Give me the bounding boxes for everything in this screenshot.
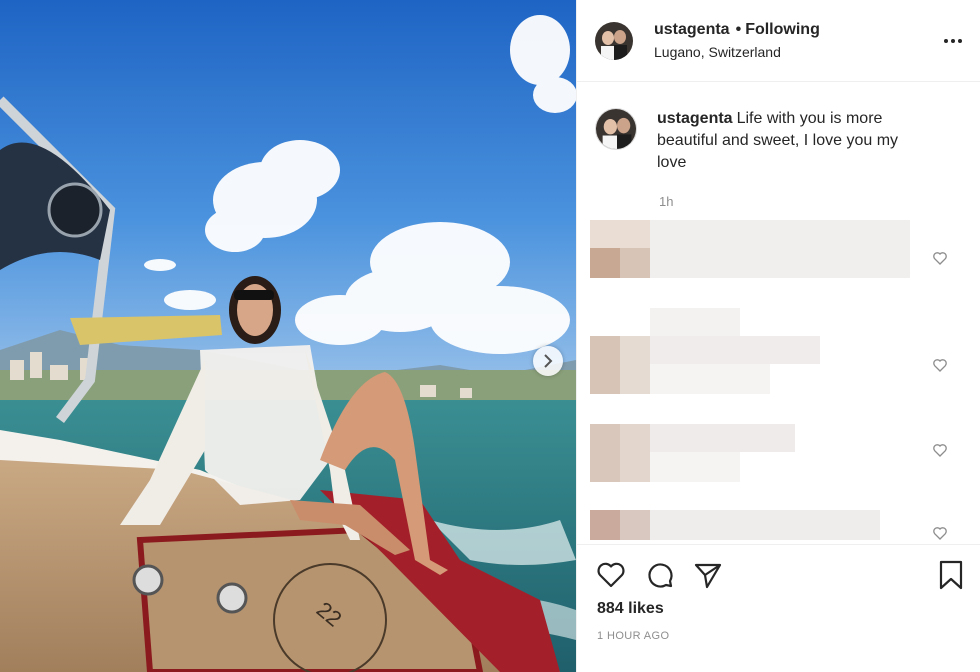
comments-section[interactable]: ustagenta Life with you is more beautiful… — [577, 82, 980, 544]
bookmark-icon[interactable] — [935, 559, 967, 591]
post-header: ustagenta • Following Lugano, Switzerland — [577, 0, 980, 82]
paper-plane-icon[interactable] — [692, 559, 724, 591]
small-heart-icon[interactable] — [932, 442, 948, 458]
more-dot — [951, 39, 955, 43]
more-dot — [958, 39, 962, 43]
comment-icon[interactable] — [644, 559, 676, 591]
post-actions: 884 likes 1 HOUR AGO — [577, 544, 980, 672]
following-button[interactable]: Following — [745, 21, 820, 38]
post-timestamp: 1 HOUR AGO — [597, 630, 670, 642]
pixel-block — [590, 510, 620, 540]
caption-avatar[interactable] — [595, 108, 637, 150]
likes-count[interactable]: 884 likes — [597, 600, 664, 618]
next-photo-button[interactable] — [533, 346, 563, 376]
photo-boat-lake-scene: 22 — [0, 0, 576, 672]
avatar-image — [596, 109, 636, 149]
pixel-block — [590, 424, 620, 482]
caption: ustagenta Life with you is more beautiful… — [577, 82, 980, 174]
location-link[interactable]: Lugano, Switzerland — [654, 44, 820, 60]
pixel-block — [650, 220, 910, 278]
pixel-block — [620, 424, 650, 482]
pixel-block — [650, 452, 740, 482]
pixel-block — [620, 336, 650, 394]
small-heart-icon[interactable] — [932, 357, 948, 373]
post-side-panel: ustagenta • Following Lugano, Switzerland — [576, 0, 980, 672]
pixel-block — [650, 424, 795, 452]
caption-username[interactable]: ustagenta — [657, 110, 733, 127]
instagram-post: 22 ustagenta • Following Lugano, Switzer… — [0, 0, 980, 672]
avatar[interactable] — [595, 21, 633, 60]
more-options-icon — [944, 39, 948, 43]
pixel-block — [650, 336, 820, 364]
post-photo[interactable]: 22 — [0, 0, 576, 672]
small-heart-icon[interactable] — [932, 525, 948, 541]
pixel-block — [650, 364, 770, 394]
pixel-block — [590, 336, 620, 394]
small-heart-icon[interactable] — [932, 250, 948, 266]
pixel-block — [590, 248, 620, 278]
chevron-right-icon — [544, 354, 553, 368]
username-link[interactable]: ustagenta — [654, 21, 730, 38]
heart-icon[interactable] — [595, 559, 627, 591]
avatar-image — [595, 21, 633, 60]
pixel-block — [620, 248, 650, 278]
caption-text: ustagenta Life with you is more beautiful… — [657, 108, 927, 174]
more-options-button[interactable] — [944, 32, 962, 50]
pixel-block — [620, 510, 650, 540]
separator-dot: • — [735, 21, 742, 38]
header-text: ustagenta • Following Lugano, Switzerland — [654, 21, 820, 60]
pixel-block — [650, 510, 880, 540]
pixel-block — [650, 308, 740, 336]
caption-time: 1h — [659, 194, 674, 209]
